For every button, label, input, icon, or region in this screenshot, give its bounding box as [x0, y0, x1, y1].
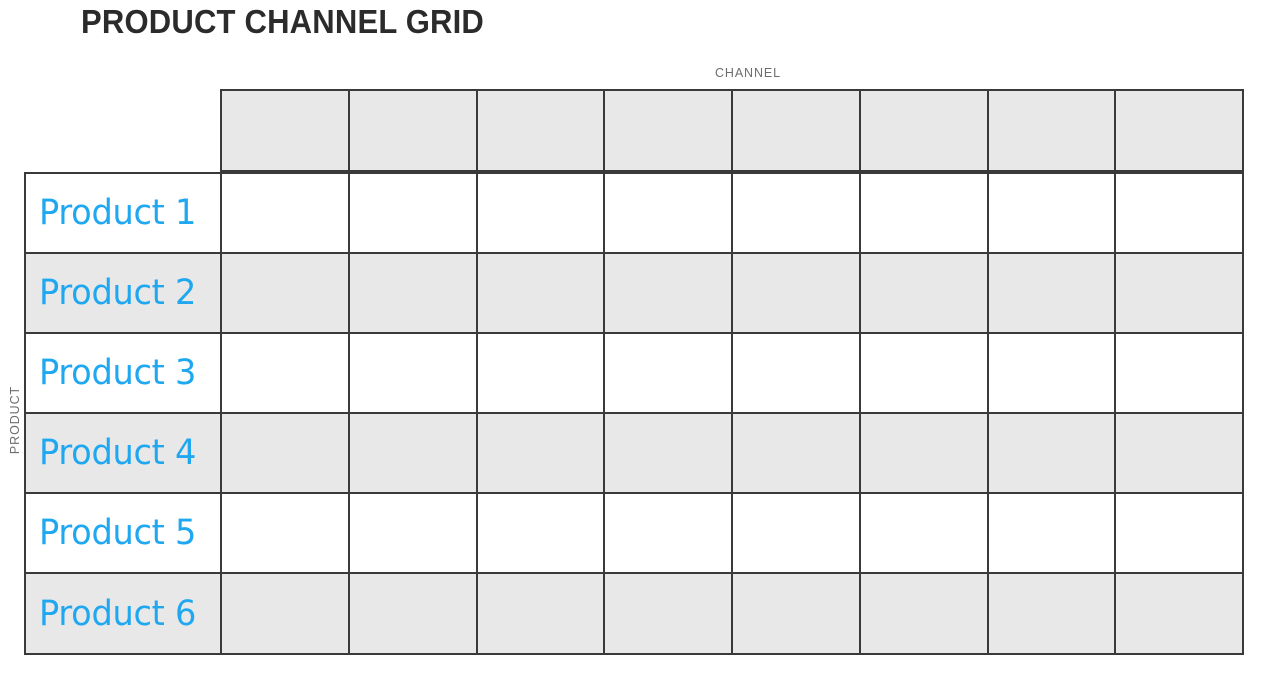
grid-cell[interactable]: [603, 412, 733, 495]
grid-cell[interactable]: [1114, 172, 1244, 255]
grid-cell[interactable]: [1114, 412, 1244, 495]
column-header-cell[interactable]: [1114, 89, 1244, 172]
grid-cell[interactable]: [603, 492, 733, 575]
column-header-cell[interactable]: [731, 89, 861, 172]
grid-cell[interactable]: [475, 412, 606, 495]
row-label-cell[interactable]: Product 2: [24, 252, 222, 335]
row-label-cell[interactable]: Product 5: [24, 492, 222, 575]
grid-cell[interactable]: [986, 252, 1117, 335]
row-label-cell[interactable]: Product 3: [24, 332, 222, 415]
column-header-cell[interactable]: [475, 89, 606, 172]
row-label-cell[interactable]: Product 4: [24, 412, 222, 495]
grid-cell[interactable]: [731, 572, 861, 655]
column-header-cell[interactable]: [347, 89, 478, 172]
row-axis-label: PRODUCT: [8, 385, 22, 455]
grid-cell[interactable]: [220, 252, 350, 335]
grid-cell[interactable]: [347, 172, 478, 255]
grid-cell[interactable]: [220, 172, 350, 255]
grid-cell[interactable]: [986, 412, 1117, 495]
table-row: Product 1: [24, 172, 1244, 255]
row-label-text: Product 2: [39, 273, 197, 314]
page-title: PRODUCT CHANNEL GRID: [81, 3, 485, 40]
grid-cell[interactable]: [858, 252, 989, 335]
column-header-cell[interactable]: [986, 89, 1117, 172]
grid-cell[interactable]: [475, 332, 606, 415]
grid-cell[interactable]: [731, 332, 861, 415]
grid-cell[interactable]: [1114, 332, 1244, 415]
grid-cell[interactable]: [1114, 492, 1244, 575]
grid-cell[interactable]: [858, 172, 989, 255]
grid-cell[interactable]: [986, 492, 1117, 575]
grid-cell[interactable]: [858, 412, 989, 495]
grid-cell[interactable]: [475, 492, 606, 575]
grid-cell[interactable]: [603, 572, 733, 655]
grid-cell[interactable]: [731, 252, 861, 335]
grid-cell[interactable]: [347, 572, 478, 655]
grid-cell[interactable]: [347, 332, 478, 415]
column-header-cell[interactable]: [858, 89, 989, 172]
row-label-text: Product 3: [39, 353, 197, 394]
table-row: Product 6: [24, 572, 1244, 655]
row-label-cell[interactable]: Product 6: [24, 572, 222, 655]
grid-cell[interactable]: [603, 332, 733, 415]
grid-cell[interactable]: [858, 492, 989, 575]
grid-body: Product 1 Product 2 Product 3 Product 4 Prod…: [24, 172, 1244, 655]
grid-cell[interactable]: [475, 252, 606, 335]
row-label-text: Product 6: [39, 593, 197, 634]
grid-cell[interactable]: [986, 332, 1117, 415]
grid-cell[interactable]: [220, 332, 350, 415]
grid-cell[interactable]: [1114, 252, 1244, 335]
grid-cell[interactable]: [731, 172, 861, 255]
row-label-cell[interactable]: Product 1: [24, 172, 222, 255]
column-header-cell[interactable]: [220, 89, 350, 172]
grid-cell[interactable]: [731, 492, 861, 575]
grid-cell[interactable]: [986, 172, 1117, 255]
grid-cell[interactable]: [731, 412, 861, 495]
grid-cell[interactable]: [220, 572, 350, 655]
grid-cell[interactable]: [347, 492, 478, 575]
grid-cell[interactable]: [858, 332, 989, 415]
grid-cell[interactable]: [347, 412, 478, 495]
grid-cell[interactable]: [347, 252, 478, 335]
grid-cell[interactable]: [986, 572, 1117, 655]
grid-cell[interactable]: [475, 172, 606, 255]
grid-cell[interactable]: [475, 572, 606, 655]
grid-cell[interactable]: [1114, 572, 1244, 655]
column-header-cell[interactable]: [603, 89, 733, 172]
row-label-text: Product 4: [39, 433, 197, 474]
row-label-text: Product 5: [39, 513, 197, 554]
grid-cell[interactable]: [858, 572, 989, 655]
grid-cell[interactable]: [220, 492, 350, 575]
grid-cell[interactable]: [603, 172, 733, 255]
column-axis-label: CHANNEL: [714, 66, 782, 80]
table-row: Product 3: [24, 332, 1244, 415]
grid-cell[interactable]: [220, 412, 350, 495]
row-label-text: Product 1: [39, 193, 197, 234]
grid-cell[interactable]: [603, 252, 733, 335]
table-row: Product 5: [24, 492, 1244, 575]
page-canvas: PRODUCT CHANNEL GRID CHANNEL PRODUCT Pro…: [0, 0, 1278, 678]
column-header-row: [220, 89, 1244, 172]
table-row: Product 2: [24, 252, 1244, 335]
table-row: Product 4: [24, 412, 1244, 495]
